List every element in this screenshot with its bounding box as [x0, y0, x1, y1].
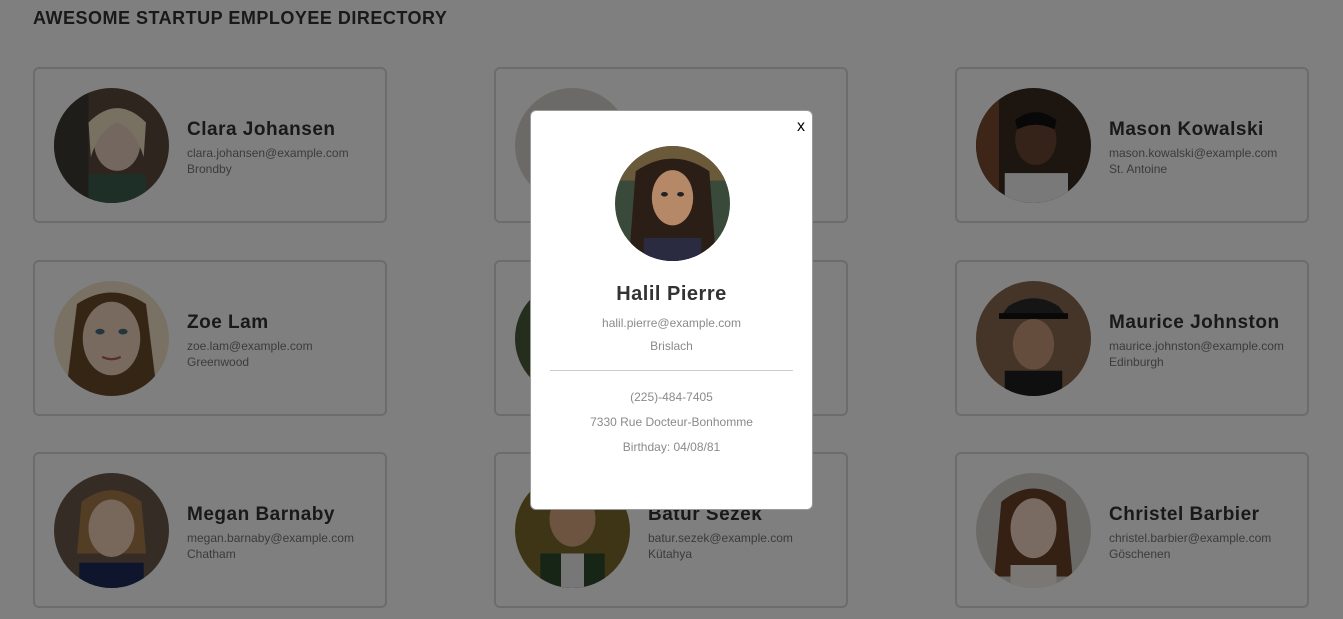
divider [550, 370, 793, 371]
modal-employee-address: 7330 Rue Docteur-Bonhomme [590, 415, 753, 429]
avatar [615, 146, 730, 261]
close-button[interactable]: x [797, 118, 805, 136]
modal-employee-city: Brislach [650, 339, 693, 353]
modal-employee-birthday: Birthday: 04/08/81 [622, 440, 721, 454]
modal-employee-name: Halil Pierre [616, 283, 727, 305]
employee-modal: x Halil Pierre halil.pierre@example.com … [530, 110, 813, 510]
modal-employee-phone: (225)-484-7405 [630, 390, 713, 404]
modal-employee-email: halil.pierre@example.com [602, 316, 741, 330]
